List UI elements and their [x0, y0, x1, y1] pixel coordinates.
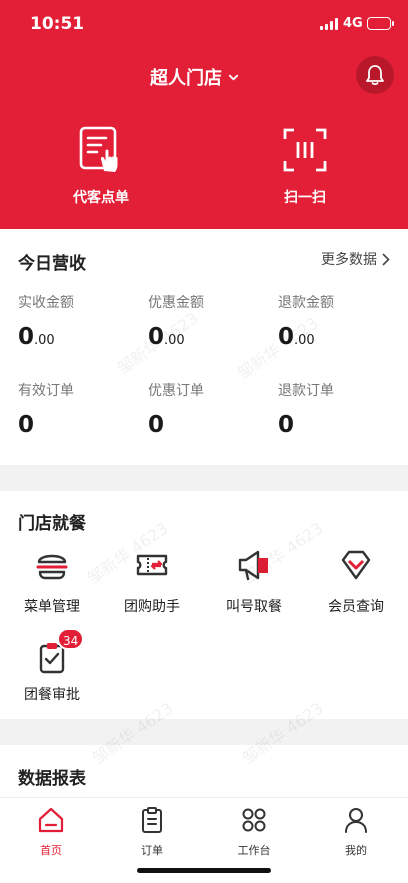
dine-title: 门店就餐	[18, 514, 86, 534]
stat-discount-amount: 优惠金额 0.00	[148, 292, 268, 350]
scan-icon	[283, 128, 327, 172]
tab-workbench[interactable]: 工作台	[214, 806, 294, 858]
header: 10:51 4G 超人门店 代客点单 扫一扫	[0, 0, 408, 229]
feature-label: 叫号取餐	[226, 599, 282, 615]
stat-label: 有效订单	[18, 383, 74, 399]
status-bar: 10:51 4G	[0, 0, 408, 50]
stat-value: 0	[278, 412, 295, 438]
stat-label: 退款订单	[278, 383, 334, 399]
stat-value: 0	[148, 412, 165, 438]
quick-action-scan-label: 扫一扫	[284, 190, 326, 206]
tab-label: 订单	[141, 844, 163, 857]
quick-action-order[interactable]: 代客点单	[41, 125, 161, 207]
burger-icon	[36, 554, 68, 580]
stat-refund-amount: 退款金额 0.00	[278, 292, 398, 350]
coupon-icon	[136, 554, 168, 576]
reports-title: 数据报表	[18, 769, 86, 789]
bell-icon	[366, 65, 384, 86]
status-time: 10:51	[30, 14, 85, 34]
stat-actual-amount: 实收金额 0.00	[18, 292, 138, 350]
tab-label: 首页	[40, 844, 62, 857]
clipboard-icon	[142, 807, 162, 833]
tab-label: 工作台	[237, 844, 271, 857]
stat-label: 实收金额	[18, 295, 74, 311]
stat-discount-orders: 优惠订单 0	[148, 380, 268, 438]
more-data-link[interactable]: 更多数据	[321, 249, 390, 269]
store-name: 超人门店	[150, 68, 222, 89]
tab-label: 我的	[345, 844, 367, 857]
feature-call-number[interactable]: 叫号取餐	[209, 548, 299, 616]
feature-label: 菜单管理	[24, 599, 80, 615]
quick-action-scan[interactable]: 扫一扫	[245, 125, 365, 207]
signal-icon	[320, 18, 339, 30]
feature-label: 会员查询	[328, 599, 384, 615]
more-data-label: 更多数据	[321, 252, 377, 268]
feature-group-buy[interactable]: 团购助手	[107, 548, 197, 616]
battery-icon	[367, 17, 394, 30]
order-for-customer-icon	[79, 126, 118, 172]
feature-label: 团餐审批	[24, 687, 80, 703]
chevron-down-icon	[228, 74, 239, 80]
stat-value: 0.00	[18, 324, 55, 350]
feature-icon-wrap: 34	[35, 628, 85, 674]
tab-home[interactable]: 首页	[11, 806, 91, 858]
stat-label: 优惠订单	[148, 383, 204, 399]
user-icon	[345, 808, 367, 833]
revenue-title: 今日营收	[18, 254, 86, 274]
feature-group-meal-approval[interactable]: 34 团餐审批	[7, 628, 97, 704]
stat-label: 退款金额	[278, 295, 334, 311]
tab-profile[interactable]: 我的	[316, 806, 396, 858]
megaphone-icon	[238, 550, 268, 581]
stat-refund-orders: 退款订单 0	[278, 380, 398, 438]
diamond-icon	[341, 550, 371, 580]
approval-count-badge: 34	[57, 628, 85, 650]
chevron-right-icon	[382, 253, 390, 265]
grid-icon	[242, 808, 266, 832]
notification-button[interactable]	[356, 56, 394, 94]
stat-valid-orders: 有效订单 0	[18, 380, 138, 438]
tab-orders[interactable]: 订单	[112, 806, 192, 858]
feature-menu-management[interactable]: 菜单管理	[7, 548, 97, 616]
feature-member-query[interactable]: 会员查询	[311, 548, 401, 616]
network-label: 4G	[343, 16, 363, 31]
stat-value: 0	[18, 412, 35, 438]
stat-value: 0.00	[278, 324, 315, 350]
stat-value: 0.00	[148, 324, 185, 350]
quick-action-order-label: 代客点单	[73, 190, 129, 206]
store-switcher[interactable]: 超人门店	[150, 64, 239, 90]
stat-label: 优惠金额	[148, 295, 204, 311]
home-icon	[38, 807, 64, 833]
feature-label: 团购助手	[124, 599, 180, 615]
home-indicator	[137, 868, 271, 873]
